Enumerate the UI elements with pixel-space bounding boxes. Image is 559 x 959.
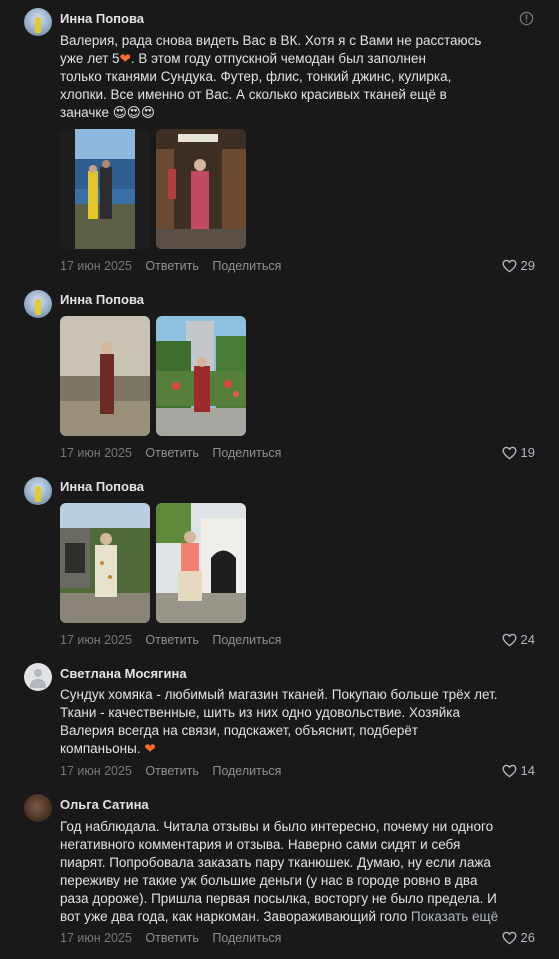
comment-date[interactable]: 17 июн 2025 (60, 931, 132, 945)
like-count: 14 (520, 763, 535, 778)
share-button[interactable]: Поделиться (212, 259, 281, 273)
photo-attachment[interactable] (156, 129, 246, 249)
photo-attachment[interactable] (60, 503, 150, 623)
comment-date[interactable]: 17 июн 2025 (60, 633, 132, 647)
share-button[interactable]: Поделиться (212, 764, 281, 778)
heart-icon (501, 764, 517, 777)
like-button[interactable]: 14 (501, 763, 535, 778)
photo-attachment[interactable] (60, 129, 150, 249)
comment-meta: 17 июн 2025 Ответить Поделиться (60, 446, 291, 460)
share-button[interactable]: Поделиться (212, 446, 281, 460)
heart-emoji: ❤ (144, 741, 156, 756)
comment-date[interactable]: 17 июн 2025 (60, 764, 132, 778)
comment-meta: 17 июн 2025 Ответить Поделиться (60, 633, 291, 647)
photo-attachment[interactable] (156, 503, 246, 623)
heart-icon (501, 931, 517, 944)
comment-date[interactable]: 17 июн 2025 (60, 259, 132, 273)
comment-text: Год наблюдала. Читала отзывы и было инте… (60, 819, 499, 924)
show-more-link[interactable]: Показать ещё (411, 909, 498, 924)
author-name[interactable]: Инна Попова (60, 11, 144, 26)
like-button[interactable]: 19 (501, 445, 535, 460)
like-button[interactable]: 26 (501, 930, 535, 945)
reply-button[interactable]: Ответить (145, 446, 198, 460)
photo-attachment[interactable] (60, 316, 150, 436)
comment-meta: 17 июн 2025 Ответить Поделиться (60, 764, 291, 778)
like-count: 29 (520, 258, 535, 273)
avatar[interactable] (24, 477, 52, 505)
share-button[interactable]: Поделиться (212, 931, 281, 945)
like-button[interactable]: 24 (501, 632, 535, 647)
avatar[interactable] (24, 663, 52, 691)
like-count: 26 (520, 930, 535, 945)
heart-emoji: ❤ (119, 51, 131, 66)
heart-icon (501, 633, 517, 646)
avatar[interactable] (24, 794, 52, 822)
comment-meta: 17 июн 2025 Ответить Поделиться (60, 931, 291, 945)
comment-meta: 17 июн 2025 Ответить Поделиться (60, 259, 291, 273)
avatar[interactable] (24, 290, 52, 318)
share-button[interactable]: Поделиться (212, 633, 281, 647)
comment-text: Сундук хомяка - любимый магазин тканей. … (60, 687, 498, 756)
comment-date[interactable]: 17 июн 2025 (60, 446, 132, 460)
reply-button[interactable]: Ответить (145, 259, 198, 273)
report-icon[interactable] (519, 11, 534, 26)
author-name[interactable]: Светлана Мосягина (60, 666, 187, 681)
reply-button[interactable]: Ответить (145, 633, 198, 647)
heart-icon (501, 259, 517, 272)
like-count: 24 (520, 632, 535, 647)
reply-button[interactable]: Ответить (145, 931, 198, 945)
like-button[interactable]: 29 (501, 258, 535, 273)
author-name[interactable]: Инна Попова (60, 292, 144, 307)
reply-button[interactable]: Ответить (145, 764, 198, 778)
heart-icon (501, 446, 517, 459)
comment-text: Валерия, рада снова видеть Вас в ВК. Хот… (60, 33, 482, 120)
like-count: 19 (520, 445, 535, 460)
author-name[interactable]: Инна Попова (60, 479, 144, 494)
author-name[interactable]: Ольга Сатина (60, 797, 149, 812)
photo-attachment[interactable] (156, 316, 246, 436)
avatar[interactable] (24, 8, 52, 36)
